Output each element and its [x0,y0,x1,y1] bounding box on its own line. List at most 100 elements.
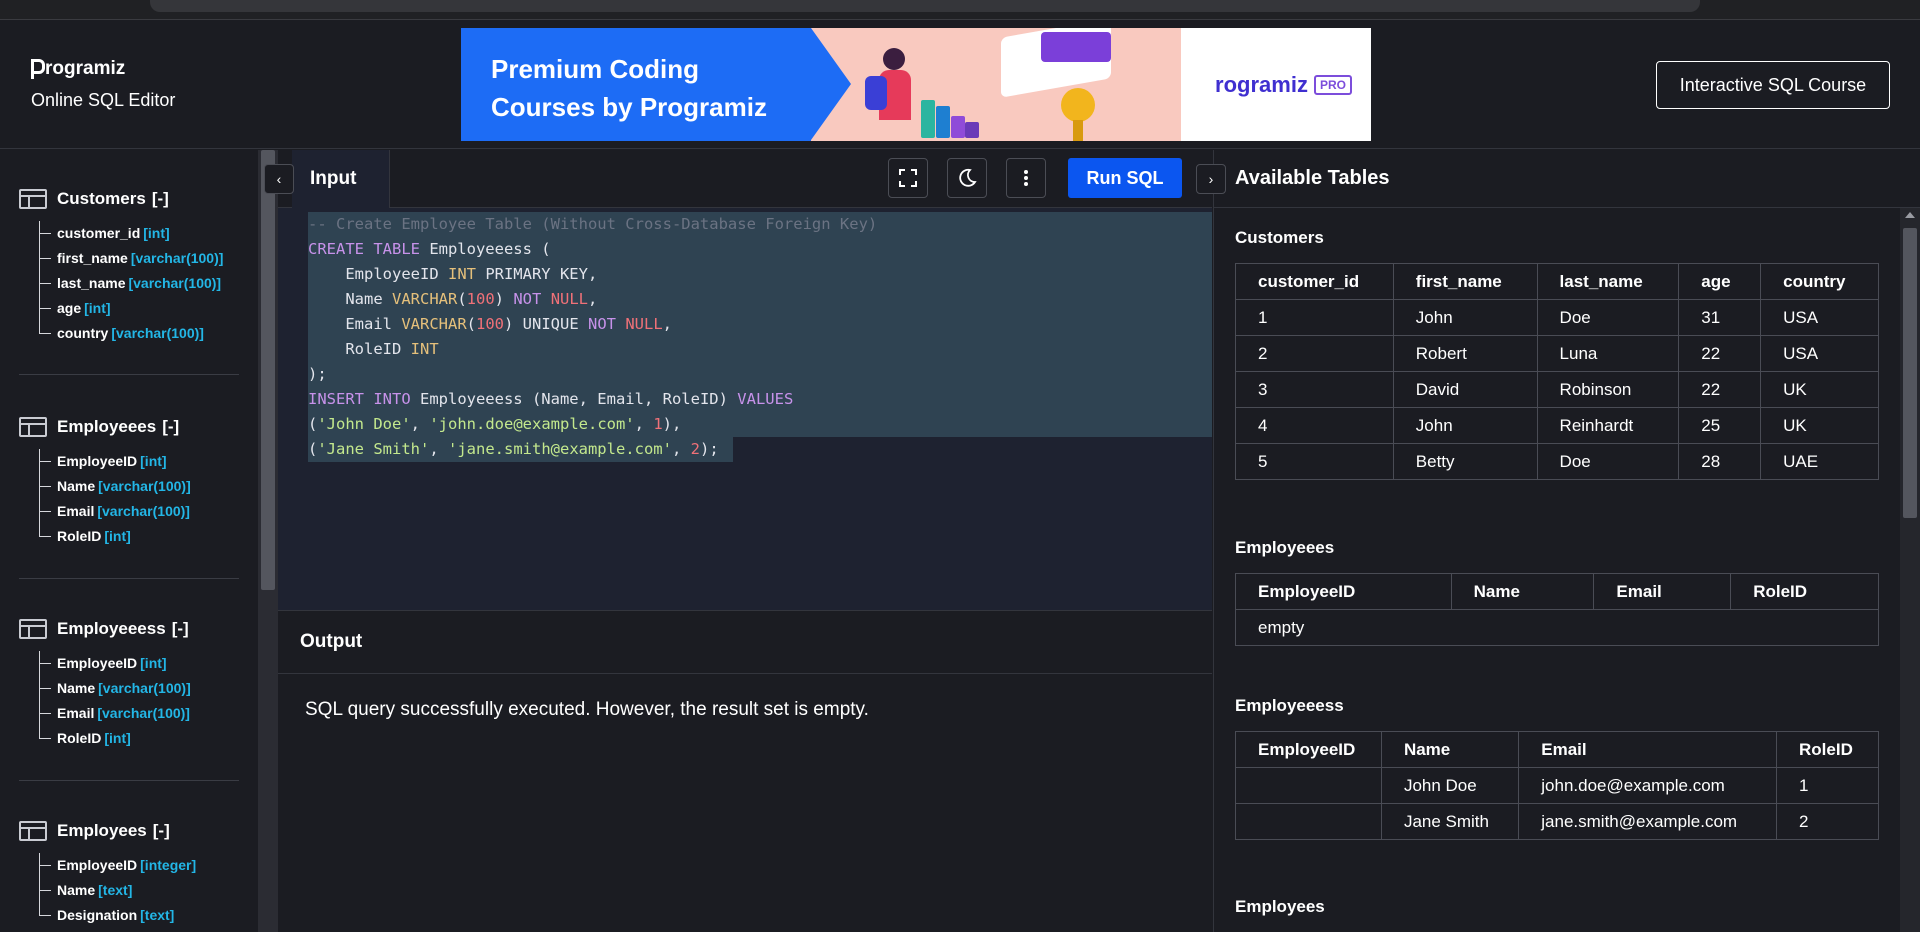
column-item: first_name [varchar(100)] [39,246,239,271]
code-text: ( [466,315,476,333]
customers-table: customer_id first_name last_name age country… [1235,263,1879,480]
table-name: Employeees [1235,538,1335,557]
column-header: EmployeeID [1235,731,1382,768]
code-text: ) [494,290,514,308]
table-cell: UK [1760,371,1879,408]
tables-scroll-thumb[interactable] [1903,228,1917,518]
banner-illustration [811,28,1181,141]
column-item: Email [varchar(100)] [39,701,239,726]
output-divider [278,673,1212,674]
table-header-row: EmployeeID Name Email RoleID [1235,731,1879,768]
promo-banner[interactable]: Premium Coding Courses by Programiz rogr… [461,28,1371,141]
employeees-table: EmployeeID Name Email RoleID empty [1235,573,1879,646]
column-type: [varchar(100)] [111,325,204,341]
table-section-employees: Employees [1235,897,1879,921]
table-row: 2 Robert Luna 22 USA [1235,335,1879,372]
code-area[interactable]: -- Create Employee Table (Without Cross-… [278,212,1212,610]
code-comment: -- Create Employee Table (Without Cross-… [308,215,878,233]
scroll-up-arrow-icon[interactable] [1905,212,1915,218]
code-type: INT [447,265,476,283]
table-cell [1235,803,1382,840]
column-list: EmployeeID [integer] Name [text] Designation… [39,853,239,928]
table-cell: 1 [1776,767,1879,804]
column-item: RoleID [int] [39,524,239,549]
code-text: , [671,440,691,458]
schema-table-header[interactable]: Customers [-] [19,187,239,211]
table-row: 1 John Doe 31 USA [1235,299,1879,336]
schema-table-group: Employeees [-] EmployeeID [int] Name [varchar… [19,415,239,549]
code-text: , [634,415,654,433]
table-row: John Doe john.doe@example.com 1 [1235,767,1879,804]
table-icon [19,821,47,841]
collapse-toggle[interactable]: [-] [153,821,170,841]
code-string: 'john.doe@example.com' [429,415,635,433]
schema-table-name: Employees [57,821,147,840]
more-options-button[interactable] [1006,158,1046,198]
output-panel: Output SQL query successfully executed. … [278,610,1212,932]
code-keyword: VALUES [737,390,794,408]
collapse-toggle[interactable]: [-] [172,619,189,639]
table-row: empty [1235,609,1879,646]
column-type: [varchar(100)] [130,250,224,266]
collapse-tables-button[interactable]: › [1196,164,1226,194]
table-header-row: EmployeeID Name Email RoleID [1235,573,1879,610]
expand-icon [899,169,917,187]
schema-table-header[interactable]: Employeees [-] [19,415,239,439]
table-cell: 2 [1776,803,1879,840]
column-header: last_name [1536,263,1680,300]
site-header: rogramiz Online SQL Editor Premium Codin… [0,20,1920,149]
column-type: [varchar(100)] [97,503,190,519]
banner-logo-icon [1200,74,1216,95]
table-cell: John [1392,299,1538,336]
code-text: ) UNIQUE [504,315,588,333]
column-type: [int] [143,225,170,241]
schema-table-group: Employeeess [-] EmployeeID [int] Name [varcha… [19,617,239,751]
run-sql-button[interactable]: Run SQL [1068,158,1182,198]
table-section-employeees: Employeees EmployeeID Name Email RoleID empt… [1235,538,1879,646]
sidebar-scroll-thumb[interactable] [261,150,275,590]
column-name: last_name [57,275,126,291]
programiz-logo[interactable]: rogramiz [30,58,125,80]
tab-input[interactable]: Input [292,150,390,208]
table-section-employeeess: Employeeess EmployeeID Name Email RoleID Joh… [1235,696,1879,840]
table-cell: 2 [1235,335,1394,372]
table-section-customers: Customers customer_id first_name last_name… [1235,228,1879,480]
browser-toolbar [0,0,1920,20]
code-text: ); [308,365,327,383]
address-bar[interactable] [150,0,1700,12]
code-number: 100 [466,290,495,308]
column-item: Name [text] [39,878,239,903]
column-item: Email [varchar(100)] [39,499,239,524]
theme-toggle-button[interactable] [947,158,987,198]
column-item: Name [varchar(100)] [39,474,239,499]
tables-scrollbar[interactable] [1900,208,1920,932]
fullscreen-button[interactable] [888,158,928,198]
column-name: Email [57,705,95,721]
column-header: Name [1450,573,1595,610]
column-name: RoleID [57,730,102,746]
output-title: Output [300,631,363,652]
banner-brand: rogramiz PRO [1181,28,1371,141]
code-text: ), [662,415,682,433]
column-list: EmployeeID [int] Name [varchar(100)] Email [v… [39,651,239,751]
table-cell: 25 [1678,407,1762,444]
sidebar-scrollbar[interactable] [258,150,278,932]
schema-table-group: Employees [-] EmployeeID [integer] Name [text… [19,819,239,928]
table-cell: Jane Smith [1380,803,1520,840]
column-name: RoleID [57,528,102,544]
column-type: [int] [104,528,131,544]
collapse-toggle[interactable]: [-] [152,189,169,209]
code-text: , [410,415,430,433]
table-cell: Luna [1536,335,1680,372]
schema-table-name: Customers [57,189,146,208]
sidebar-divider [19,374,239,375]
table-name: Customers [1235,228,1324,247]
code-text: Name [308,290,392,308]
collapse-sidebar-button[interactable]: ‹ [264,164,294,194]
collapse-toggle[interactable]: [-] [162,417,179,437]
schema-table-header[interactable]: Employeeess [-] [19,617,239,641]
interactive-sql-course-button[interactable]: Interactive SQL Course [1656,61,1890,109]
schema-table-header[interactable]: Employees [-] [19,819,239,843]
table-cell [1235,767,1382,804]
